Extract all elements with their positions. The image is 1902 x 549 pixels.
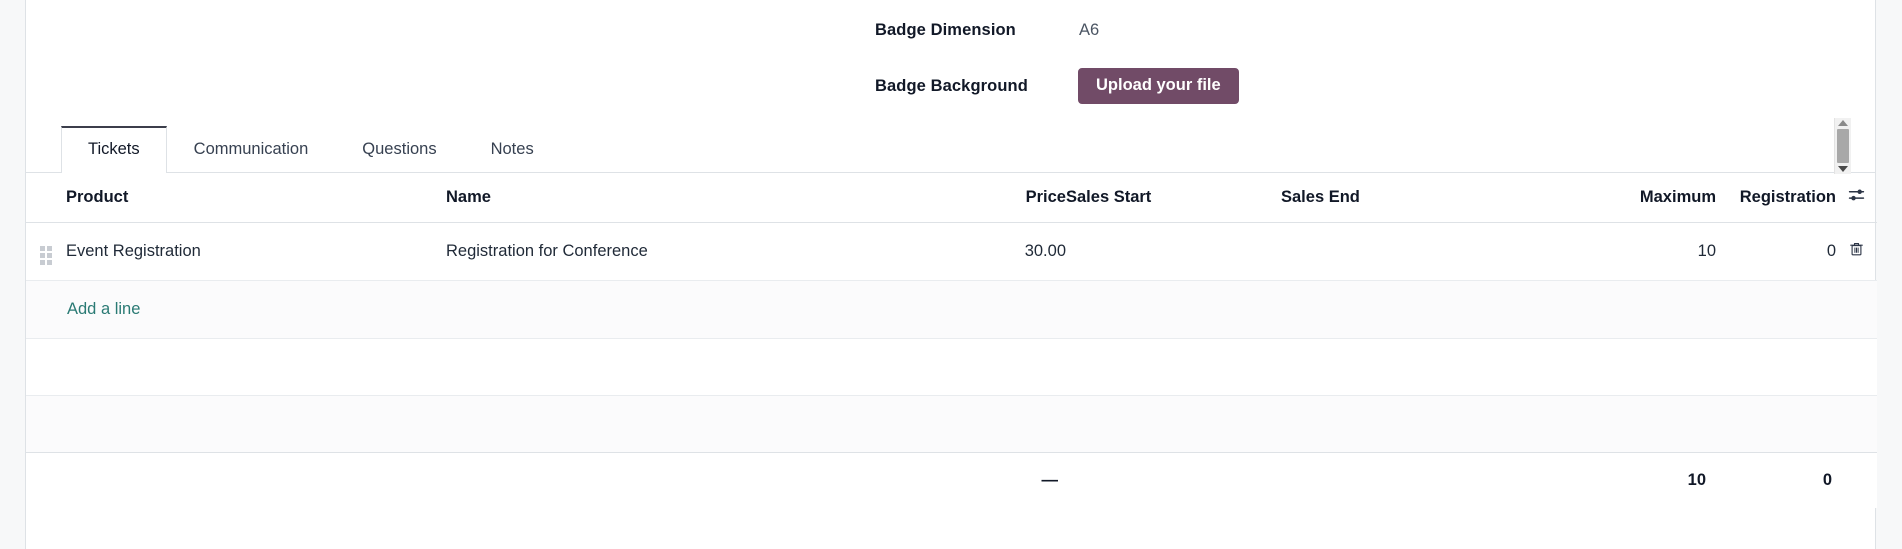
form-field-area: Badge Dimension A6 Badge Background Uplo…: [26, 0, 1875, 118]
table-filler-row-1: [26, 338, 1877, 396]
form-sheet: Badge Dimension A6 Badge Background Uplo…: [25, 0, 1877, 549]
filler-cell-2: [26, 395, 1877, 453]
tab-notes[interactable]: Notes: [464, 126, 561, 173]
field-value-badge-dimension[interactable]: A6: [1070, 21, 1099, 40]
screen-root: Badge Dimension A6 Badge Background Uplo…: [0, 0, 1902, 549]
drag-handle-icon[interactable]: [40, 246, 52, 265]
table-row[interactable]: Event Registration Registration for Conf…: [26, 222, 1877, 281]
field-label-badge-dimension: Badge Dimension: [875, 20, 1016, 39]
totals-price: —: [1041, 470, 1059, 489]
tab-questions[interactable]: Questions: [335, 126, 463, 173]
column-header-registration[interactable]: Registration: [1716, 174, 1836, 223]
totals-maximum: 10: [1687, 470, 1706, 489]
column-header-product[interactable]: Product: [66, 174, 446, 223]
cell-product[interactable]: Event Registration: [66, 222, 446, 281]
totals-sales-start-spacer: [1066, 452, 1281, 508]
notebook: Tickets Communication Questions Notes: [26, 118, 1875, 174]
cell-name[interactable]: Registration for Conference: [446, 222, 966, 281]
tickets-table-body: Event Registration Registration for Conf…: [26, 222, 1877, 508]
tab-communication[interactable]: Communication: [167, 126, 336, 173]
cell-maximum[interactable]: 10: [1561, 222, 1716, 281]
vertical-scrollbar[interactable]: [1834, 118, 1851, 174]
table-totals-row: — 10 0: [26, 452, 1877, 508]
column-header-price[interactable]: Price: [966, 174, 1066, 223]
notebook-tablist: Tickets Communication Questions Notes: [26, 118, 1875, 174]
scrollbar-thumb[interactable]: [1837, 129, 1849, 163]
tickets-table-head: Product Name Price Sales Start Sales End…: [26, 174, 1877, 223]
field-badge-dimension: Badge Dimension A6: [875, 14, 1099, 46]
caret-up-icon[interactable]: [1838, 120, 1848, 126]
table-header-row: Product Name Price Sales Start Sales End…: [26, 174, 1877, 223]
header-handle-spacer: [26, 174, 66, 223]
totals-product-spacer: [66, 452, 446, 508]
upload-your-file-button[interactable]: Upload your file: [1078, 67, 1239, 105]
totals-sales-end-spacer: [1281, 452, 1561, 508]
tab-tickets[interactable]: Tickets: [61, 126, 167, 173]
totals-registration: 0: [1822, 470, 1832, 489]
filler-cell-1: [26, 338, 1877, 396]
table-filler-row-2: [26, 395, 1877, 453]
optional-columns-cell: [1836, 174, 1877, 223]
trash-icon[interactable]: [1849, 241, 1864, 257]
tickets-table: Product Name Price Sales Start Sales End…: [26, 174, 1877, 508]
totals-name-spacer: [446, 452, 966, 508]
column-header-maximum[interactable]: Maximum: [1561, 174, 1716, 223]
sliders-icon[interactable]: [1848, 187, 1865, 204]
row-handle-cell: [26, 222, 66, 281]
cell-delete: [1836, 222, 1877, 281]
totals-options-spacer: [1836, 452, 1877, 508]
field-badge-background: Badge Background Upload your file: [875, 67, 1239, 105]
column-header-sales-end[interactable]: Sales End: [1281, 174, 1561, 223]
cell-sales-end[interactable]: [1281, 222, 1561, 281]
cell-sales-start[interactable]: [1066, 222, 1281, 281]
column-header-sales-start[interactable]: Sales Start: [1066, 174, 1281, 223]
add-line-row[interactable]: Add a line: [26, 280, 1877, 339]
caret-down-icon[interactable]: [1838, 166, 1848, 172]
field-label-badge-background: Badge Background: [875, 76, 1028, 95]
totals-handle-spacer: [26, 452, 66, 508]
cell-price[interactable]: 30.00: [966, 222, 1066, 281]
add-a-line-link[interactable]: Add a line: [66, 300, 140, 319]
cell-registration[interactable]: 0: [1716, 222, 1836, 281]
add-line-cell: Add a line: [66, 280, 1877, 339]
column-header-name[interactable]: Name: [446, 174, 966, 223]
add-line-handle-spacer: [26, 280, 66, 339]
